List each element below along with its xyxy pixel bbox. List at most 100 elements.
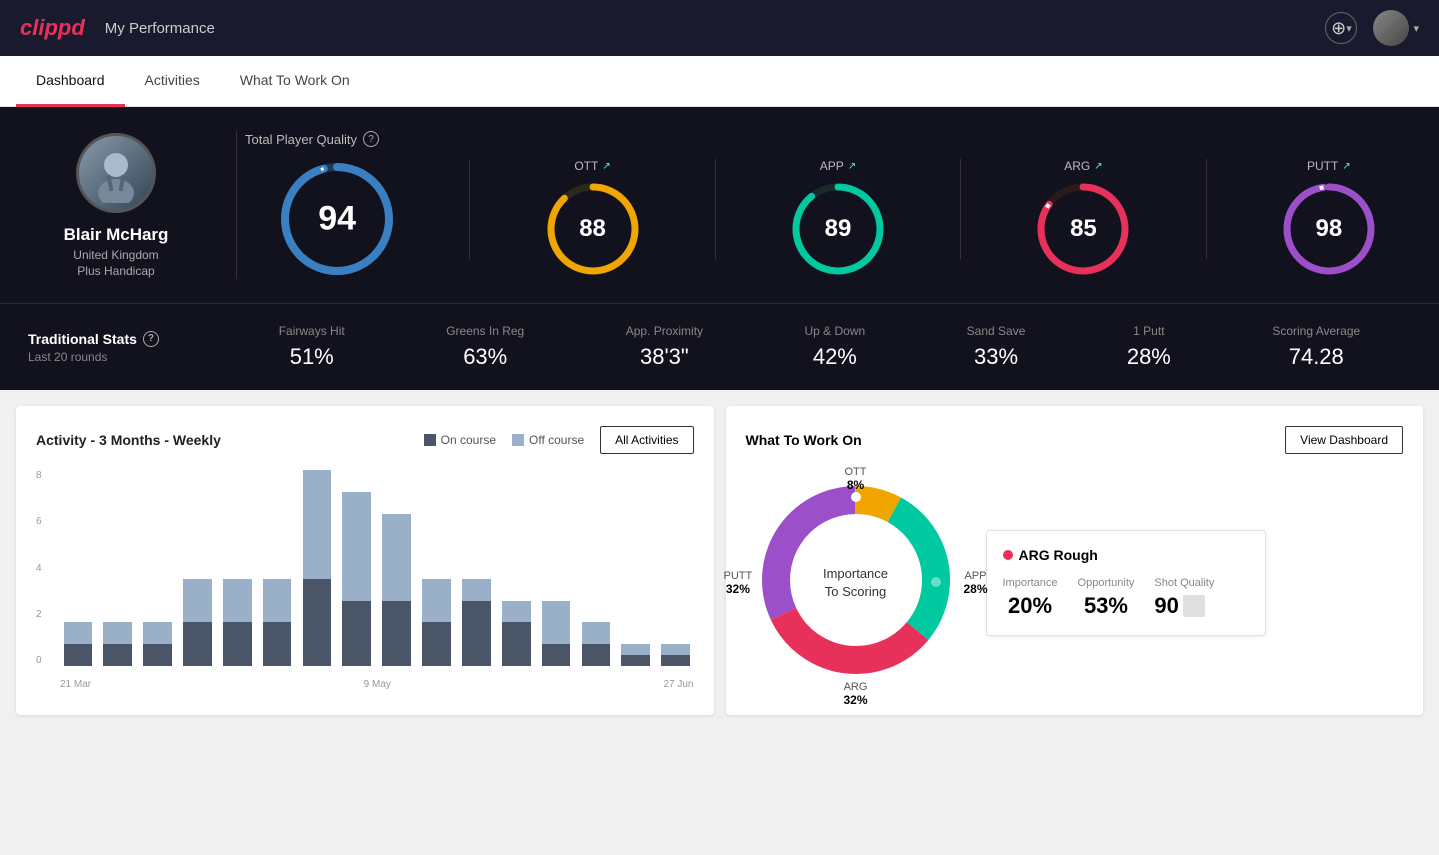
add-button[interactable]: ⊕ ▾ <box>1325 12 1357 44</box>
y-label-6: 6 <box>36 516 42 527</box>
bar-group <box>259 470 295 666</box>
bar-on-course <box>382 601 411 666</box>
sand-save-label: Sand Save <box>967 324 1026 338</box>
wtwo-content: Importance To Scoring OTT 8% APP 28% ARG… <box>746 470 1404 695</box>
activity-panel: Activity - 3 Months - Weekly On course O… <box>16 406 714 715</box>
scoring-average-stat: Scoring Average 74.28 <box>1272 324 1360 370</box>
player-name: Blair McHarg <box>64 225 169 245</box>
app-proximity-value: 38'3" <box>626 344 703 370</box>
view-dashboard-button[interactable]: View Dashboard <box>1285 426 1403 454</box>
app-ring: 89 <box>788 179 888 279</box>
putt-pct: 32% <box>724 582 753 596</box>
info-card-columns: Importance 20% Opportunity 53% Shot Qual… <box>1003 577 1249 619</box>
ott-arrow-icon: ↗ <box>602 161 610 172</box>
header-title: My Performance <box>105 20 215 37</box>
greens-in-reg-stat: Greens In Reg 63% <box>446 324 524 370</box>
user-dropdown-arrow: ▾ <box>1413 22 1419 35</box>
y-label-2: 2 <box>36 609 42 620</box>
bottom-panels: Activity - 3 Months - Weekly On course O… <box>0 390 1439 731</box>
shot-quality-col: Shot Quality 90 <box>1154 577 1214 619</box>
opportunity-col: Opportunity 53% <box>1078 577 1135 619</box>
wtwo-title: What To Work On <box>746 432 862 448</box>
player-avatar <box>76 133 156 213</box>
putt-label: PUTT ↗ <box>1307 159 1351 173</box>
tab-what-to-work-on[interactable]: What To Work On <box>220 56 370 107</box>
tab-dashboard[interactable]: Dashboard <box>16 56 125 107</box>
bar-group <box>578 470 614 666</box>
trad-label: Traditional Stats ? <box>28 331 228 347</box>
tab-activities[interactable]: Activities <box>125 56 220 107</box>
quality-section: Total Player Quality ? 94 <box>245 131 1411 279</box>
app-arrow-icon: ↗ <box>848 161 856 172</box>
section-divider-3 <box>960 159 961 259</box>
fairways-hit-value: 51% <box>279 344 345 370</box>
add-dropdown-arrow: ▾ <box>1346 22 1352 35</box>
bar-off-course <box>661 644 690 655</box>
app-score-item: APP ↗ 89 <box>788 159 888 279</box>
bar-off-course <box>502 601 531 623</box>
x-label-jun: 27 Jun <box>663 679 693 690</box>
scoring-average-label: Scoring Average <box>1272 324 1360 338</box>
y-label-4: 4 <box>36 563 42 574</box>
bar-on-course <box>462 601 491 666</box>
bar-on-course <box>621 655 650 666</box>
traditional-stats: Traditional Stats ? Last 20 rounds Fairw… <box>0 303 1439 390</box>
bar-on-course <box>223 622 252 666</box>
bar-group <box>379 470 415 666</box>
main-score-value: 94 <box>318 200 356 239</box>
ott-score-value: 88 <box>579 215 606 243</box>
ott-pct: 8% <box>845 478 867 492</box>
arg-pct: 32% <box>843 693 867 707</box>
trad-values: Fairways Hit 51% Greens In Reg 63% App. … <box>228 324 1411 370</box>
user-menu[interactable]: ▾ <box>1373 10 1419 46</box>
header-left: clippd My Performance <box>20 15 215 41</box>
x-label-mar: 21 Mar <box>60 679 91 690</box>
bar-group <box>498 470 534 666</box>
info-card-dot <box>1003 550 1013 560</box>
all-activities-button[interactable]: All Activities <box>600 426 693 454</box>
bar-off-course <box>263 579 292 623</box>
quality-help-icon[interactable]: ? <box>363 131 379 147</box>
donut-app-label: APP 28% <box>963 570 987 596</box>
ott-ring: 88 <box>543 179 643 279</box>
activity-title: Activity - 3 Months - Weekly <box>36 432 221 448</box>
chart-legend: On course Off course <box>424 433 585 447</box>
header-right: ⊕ ▾ ▾ <box>1325 10 1419 46</box>
shot-quality-badge <box>1183 595 1205 617</box>
section-divider-1 <box>469 159 470 259</box>
chart-bars <box>60 470 694 666</box>
logo: clippd <box>20 15 85 41</box>
bar-group <box>140 470 176 666</box>
putt-ring: 98 <box>1279 179 1379 279</box>
legend-off-course: Off course <box>512 433 584 447</box>
player-country: United Kingdom <box>73 248 158 262</box>
trad-help-icon[interactable]: ? <box>143 331 159 347</box>
player-avatar-image <box>86 143 146 203</box>
bar-off-course <box>582 622 611 644</box>
donut-center-label: Importance To Scoring <box>823 564 888 600</box>
up-down-value: 42% <box>805 344 866 370</box>
avatar-image <box>1373 10 1409 46</box>
section-divider-2 <box>715 159 716 259</box>
shot-quality-value-row: 90 <box>1154 593 1214 619</box>
avatar[interactable] <box>1373 10 1409 46</box>
up-down-stat: Up & Down 42% <box>805 324 866 370</box>
bar-off-course <box>64 622 93 644</box>
bar-on-course <box>422 622 451 666</box>
main-score-item: 94 <box>277 159 397 279</box>
arg-arrow-icon: ↗ <box>1094 161 1102 172</box>
sand-save-value: 33% <box>967 344 1026 370</box>
bar-on-course <box>661 655 690 666</box>
bar-off-course <box>303 470 332 579</box>
app-pct: 28% <box>963 582 987 596</box>
putt-arrow-icon: ↗ <box>1342 161 1350 172</box>
bar-on-course <box>542 644 571 666</box>
bar-on-course <box>342 601 371 666</box>
bar-group <box>419 470 455 666</box>
player-info: Blair McHarg United Kingdom Plus Handica… <box>28 133 228 278</box>
nav-tabs: Dashboard Activities What To Work On <box>0 56 1439 107</box>
bar-group <box>180 470 216 666</box>
bar-group <box>538 470 574 666</box>
legend-on-course: On course <box>424 433 496 447</box>
bar-off-course <box>183 579 212 623</box>
